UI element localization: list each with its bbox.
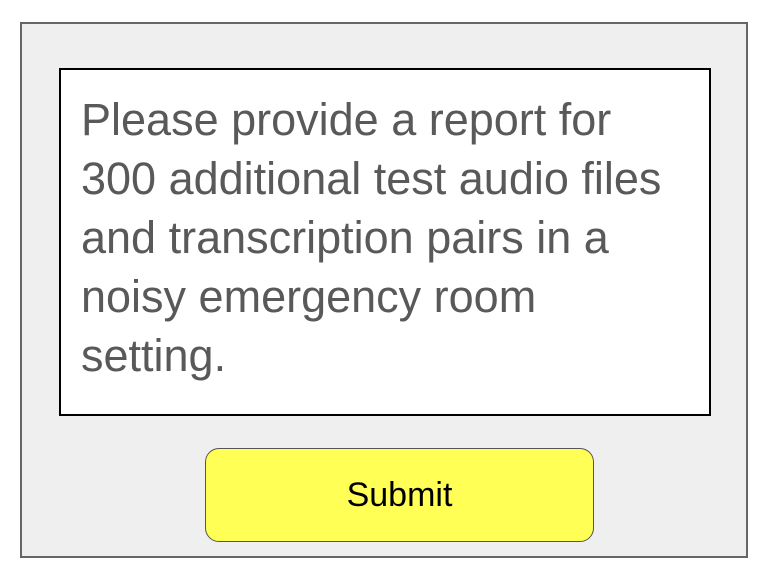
submit-button[interactable]: Submit bbox=[205, 448, 594, 542]
form-panel: Please provide a report for 300 addition… bbox=[20, 22, 748, 558]
prompt-text-box[interactable]: Please provide a report for 300 addition… bbox=[59, 68, 711, 416]
